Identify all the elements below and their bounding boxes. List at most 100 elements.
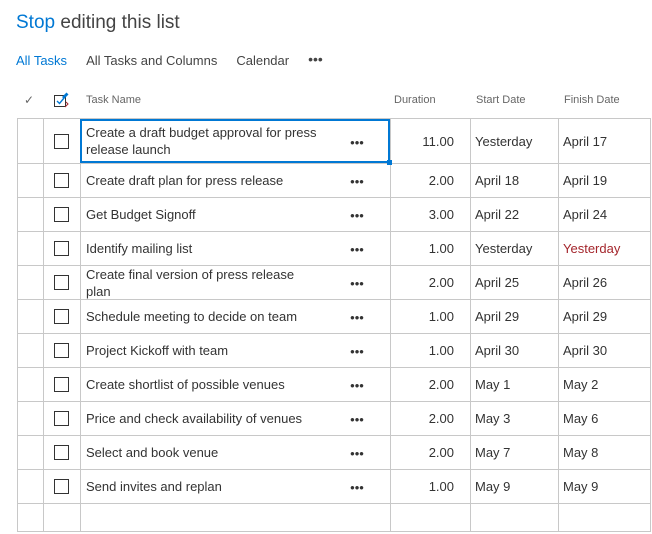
row-selector[interactable] (17, 266, 43, 299)
row-selector[interactable] (17, 198, 43, 231)
finish-date-cell[interactable]: April 19 (558, 164, 651, 197)
table-row[interactable]: Select and book venue ••• 2.00 May 7 May 8 (17, 436, 651, 470)
duration-cell[interactable]: 2.00 (390, 164, 457, 197)
finish-date-cell[interactable]: April 24 (558, 198, 651, 231)
task-name-cell[interactable]: Send invites and replan (80, 470, 320, 503)
task-complete-checkbox[interactable] (54, 411, 69, 426)
row-selector[interactable] (17, 232, 43, 265)
table-row[interactable]: Project Kickoff with team ••• 1.00 April 30… (17, 334, 651, 368)
table-row[interactable]: Get Budget Signoff ••• 3.00 April 22 April 2… (17, 198, 651, 232)
start-date-cell[interactable]: April 29 (470, 300, 558, 333)
finish-date-cell[interactable]: May 9 (558, 470, 651, 503)
duration-cell[interactable]: 3.00 (390, 198, 457, 231)
task-name-cell[interactable]: Create shortlist of possible venues (80, 368, 320, 401)
duration-cell[interactable]: 2.00 (390, 436, 457, 469)
duration-cell[interactable]: 1.00 (390, 334, 457, 367)
task-complete-checkbox[interactable] (54, 343, 69, 358)
finish-date-cell[interactable]: May 2 (558, 368, 651, 401)
task-complete-checkbox[interactable] (54, 275, 69, 290)
start-date-cell[interactable]: Yesterday (470, 232, 558, 265)
view-more-button[interactable]: ••• (308, 51, 323, 67)
task-name-cell[interactable]: Price and check availability of venues (80, 402, 320, 435)
start-date-cell[interactable]: Yesterday (470, 119, 558, 163)
row-selector[interactable] (17, 402, 43, 435)
duration-cell[interactable]: 1.00 (390, 470, 457, 503)
duration-cell[interactable]: 2.00 (390, 266, 457, 299)
row-selector[interactable] (17, 470, 43, 503)
finish-date-cell[interactable]: May 8 (558, 436, 651, 469)
row-selector[interactable] (17, 436, 43, 469)
row-more-button[interactable]: ••• (350, 481, 364, 494)
duration-cell[interactable]: 2.00 (390, 402, 457, 435)
task-name-cell[interactable]: Create draft plan for press release (80, 164, 320, 197)
row-more-button[interactable]: ••• (350, 136, 364, 149)
column-header-task-name[interactable]: Task Name (86, 90, 141, 110)
duration-cell[interactable]: 11.00 (390, 119, 457, 163)
row-more-button[interactable]: ••• (350, 413, 364, 426)
table-row[interactable]: Identify mailing list ••• 1.00 Yesterday Yes… (17, 232, 651, 266)
table-row[interactable]: Create shortlist of possible venues ••• 2.… (17, 368, 651, 402)
row-selector[interactable] (17, 334, 43, 367)
row-more-button[interactable]: ••• (350, 345, 364, 358)
row-more-button[interactable]: ••• (350, 175, 364, 188)
start-date-cell[interactable]: May 1 (470, 368, 558, 401)
task-complete-checkbox[interactable] (54, 377, 69, 392)
stop-editing-link[interactable]: Stop (16, 12, 55, 33)
select-all-checkmark-icon[interactable]: ✓ (22, 90, 36, 110)
fill-handle[interactable] (387, 160, 392, 165)
column-header-finish-date[interactable]: Finish Date (564, 90, 620, 110)
row-more-button[interactable]: ••• (350, 447, 364, 460)
row-more-button[interactable]: ••• (350, 209, 364, 222)
table-row[interactable]: Send invites and replan ••• 1.00 May 9 May 9 (17, 470, 651, 504)
row-more-button[interactable]: ••• (350, 311, 364, 324)
column-header-duration[interactable]: Duration (394, 90, 436, 110)
task-name-cell[interactable]: Project Kickoff with team (80, 334, 320, 367)
row-more-button[interactable]: ••• (350, 243, 364, 256)
start-date-cell[interactable]: May 7 (470, 436, 558, 469)
task-name-cell[interactable]: Get Budget Signoff (80, 198, 320, 231)
finish-date-cell[interactable]: April 26 (558, 266, 651, 299)
start-date-cell[interactable]: April 18 (470, 164, 558, 197)
column-header-start-date[interactable]: Start Date (476, 90, 526, 110)
table-row[interactable]: Schedule meeting to decide on team ••• 1.0… (17, 300, 651, 334)
view-all-tasks[interactable]: All Tasks (16, 53, 67, 68)
task-name-cell[interactable]: Create a draft budget approval for press… (80, 119, 320, 163)
start-date-cell[interactable]: April 25 (470, 266, 558, 299)
task-complete-checkbox[interactable] (54, 133, 69, 149)
task-complete-checkbox[interactable] (54, 173, 69, 188)
row-selector[interactable] (17, 368, 43, 401)
table-row[interactable]: Create final version of press release pl… (17, 266, 651, 300)
start-date-cell[interactable]: April 30 (470, 334, 558, 367)
row-selector[interactable] (17, 164, 43, 197)
view-all-tasks-and-columns[interactable]: All Tasks and Columns (86, 53, 217, 68)
task-name-cell[interactable]: Identify mailing list (80, 232, 320, 265)
duration-cell[interactable]: 2.00 (390, 368, 457, 401)
finish-date-cell[interactable]: May 6 (558, 402, 651, 435)
task-complete-checkbox[interactable] (54, 309, 69, 324)
finish-date-cell[interactable]: April 29 (558, 300, 651, 333)
task-complete-checkbox[interactable] (54, 445, 69, 460)
table-row[interactable]: Price and check availability of venues ••… (17, 402, 651, 436)
finish-date-cell[interactable]: Yesterday (558, 232, 651, 265)
row-more-button[interactable]: ••• (350, 277, 364, 290)
edit-checkbox-icon[interactable] (53, 92, 69, 108)
task-name-cell[interactable]: Schedule meeting to decide on team (80, 300, 320, 333)
table-row[interactable]: Create draft plan for press release ••• 2.… (17, 164, 651, 198)
duration-cell[interactable]: 1.00 (390, 232, 457, 265)
finish-date-cell[interactable]: April 30 (558, 334, 651, 367)
duration-cell[interactable]: 1.00 (390, 300, 457, 333)
row-selector[interactable] (17, 300, 43, 333)
row-selector[interactable] (17, 119, 43, 163)
task-complete-checkbox[interactable] (54, 207, 69, 222)
start-date-cell[interactable]: May 3 (470, 402, 558, 435)
task-complete-checkbox[interactable] (54, 241, 69, 256)
task-name-cell[interactable]: Select and book venue (80, 436, 320, 469)
task-name-cell[interactable]: Create final version of press release pl… (80, 266, 320, 299)
task-complete-checkbox[interactable] (54, 479, 69, 494)
finish-date-cell[interactable]: April 17 (558, 119, 651, 163)
table-row[interactable]: Create a draft budget approval for press… (17, 119, 651, 164)
row-more-button[interactable]: ••• (350, 379, 364, 392)
view-calendar[interactable]: Calendar (236, 53, 289, 68)
start-date-cell[interactable]: April 22 (470, 198, 558, 231)
start-date-cell[interactable]: May 9 (470, 470, 558, 503)
